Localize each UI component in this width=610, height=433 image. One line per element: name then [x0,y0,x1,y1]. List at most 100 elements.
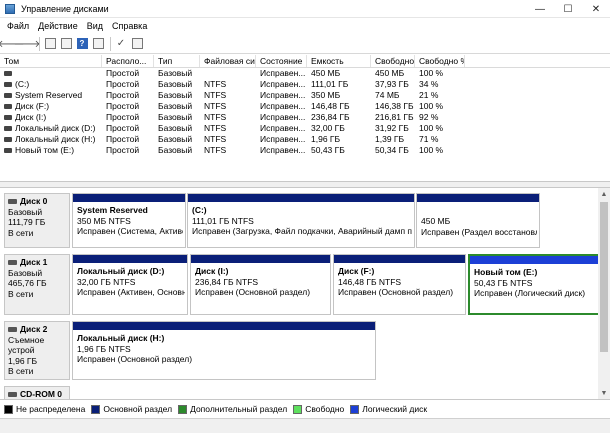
partition-name: Локальный диск (D:) [77,266,165,276]
column-header-filesystem[interactable]: Файловая система [200,55,256,67]
volume-row[interactable]: Локальный диск (H:) Простой Базовый NTFS Исп… [0,134,610,145]
disk-icon [8,198,17,204]
volume-cell: 34 % [419,79,439,89]
volume-name-cell [0,68,102,79]
volume-cell: NTFS [204,145,227,155]
column-header-free-percent[interactable]: Свободно % [415,55,465,67]
volume-name: Новый том (E:) [15,145,75,155]
partition-name: (C:) [192,205,207,215]
legend-label: Логический диск [362,404,428,414]
cd-rom-icon [8,391,17,397]
legend-label: Дополнительный раздел [190,404,288,414]
disk-label[interactable]: CD-ROM 0 DVD (J:) [4,386,70,399]
partition-size: 350 МБ NTFS [77,215,131,226]
volume-cell: Базовый [158,123,193,133]
volume-cell: NTFS [204,101,227,111]
partition-name: Диск (F:) [338,266,375,276]
help-icon[interactable]: ? [75,37,89,51]
scroll-up-icon[interactable]: ▲ [598,188,610,200]
volume-row[interactable]: Простой Базовый Исправен... 450 МБ 450 МБ 100… [0,68,610,79]
disk-type: Базовый [8,206,43,217]
legend: Не распределена Основной раздел Дополнит… [0,399,610,418]
legend-swatch [4,404,13,414]
primary-partition-bar [334,255,465,263]
list-view-icon[interactable] [130,37,144,51]
column-header-capacity[interactable]: Емкость [307,55,371,67]
partition-status: Исправен (Основной раздел) [77,354,193,364]
window-controls: — ☐ ✕ [526,0,610,18]
minimize-button[interactable]: — [526,0,554,18]
partition-size: 146,48 ГБ NTFS [338,276,402,287]
partition-e[interactable]: Новый том (E:) 50,43 ГБ NTFS Исправен (Л… [468,254,598,315]
disk-name: Диск 0 [20,196,48,206]
maximize-button[interactable]: ☐ [554,0,582,18]
disk-label[interactable]: Диск 0 Базовый 111,79 ГБ В сети [4,193,70,248]
title-bar: Управление дисками — ☐ ✕ [0,0,610,18]
disk-size: 111,79 ГБ [8,217,46,227]
volume-cell: 100 % [419,68,444,78]
partition-c[interactable]: (C:) 111,01 ГБ NTFS Исправен (Загрузка, … [187,193,415,248]
partition-i[interactable]: Диск (I:) 236,84 ГБ NTFS Исправен (Основ… [190,254,331,315]
partition-system-reserved[interactable]: System Reserved 350 МБ NTFS Исправен (Си… [72,193,186,248]
partition-f[interactable]: Диск (F:) 146,48 ГБ NTFS Исправен (Основ… [333,254,466,315]
partition-name: System Reserved [77,205,148,215]
volume-cell: Простой [106,90,140,100]
column-header-extra [465,55,610,67]
partition-h[interactable]: Локальный диск (H:) 1,96 ГБ NTFS Исправе… [72,321,376,380]
graphical-view-scrollbar[interactable]: ▲ ▼ [598,188,610,399]
disk-label[interactable]: Диск 2 Съемное устрой 1,96 ГБ В сети [4,321,70,380]
volume-icon [4,148,12,153]
volume-cell: 92 % [419,112,439,122]
column-header-type[interactable]: Тип [154,55,200,67]
disk-name: CD-ROM 0 [20,389,63,399]
volume-cell: Исправен... [260,101,306,111]
menu-action[interactable]: Действие [35,21,84,31]
volume-cell: Базовый [158,79,193,89]
legend-label: Основной раздел [103,404,173,414]
menu-view[interactable]: Вид [84,21,109,31]
column-header-free-space[interactable]: Свободно... [371,55,415,67]
check-icon[interactable]: ✓ [114,37,128,51]
volume-row[interactable]: Новый том (E:) Простой Базовый NTFS Исправен… [0,145,610,156]
disk-2[interactable]: Диск 2 Съемное устрой 1,96 ГБ В сети Лок… [4,321,594,380]
volume-name: Локальный диск (D:) [15,123,96,133]
disk-1[interactable]: Диск 1 Базовый 465,76 ГБ В сети Локальны… [4,254,598,315]
volume-cell: 21 % [419,90,439,100]
partition-status: Исправен (Система, Активен [77,226,183,236]
disk-0[interactable]: Диск 0 Базовый 111,79 ГБ В сети System R… [4,193,594,248]
pane-splitter[interactable] [0,181,610,188]
volume-name-cell: Локальный диск (H:) [0,134,102,145]
forward-arrow-icon[interactable]: 🡒 [14,37,41,51]
volume-row[interactable]: (C:) Простой Базовый NTFS Исправен... 111,01 … [0,79,610,90]
disk-icon [8,259,17,265]
volume-name: (C:) [15,79,30,89]
partition-recovery[interactable]: 450 МБ Исправен (Раздел восстановле [416,193,540,248]
volume-cell: NTFS [204,79,227,89]
volume-row[interactable]: Локальный диск (D:) Простой Базовый NTFS Исп… [0,123,610,134]
connect-disk-icon[interactable] [91,37,105,51]
console-tree-icon[interactable] [43,37,57,51]
menu-help[interactable]: Справка [109,21,153,31]
close-button[interactable]: ✕ [582,0,610,18]
column-header-layout[interactable]: Располо... [102,55,154,67]
volume-cell: Простой [106,134,140,144]
partition-name: Локальный диск (H:) [77,333,165,343]
volume-row[interactable]: Диск (F:) Простой Базовый NTFS Исправен... 14… [0,101,610,112]
scrollbar-thumb[interactable] [600,202,608,352]
scroll-down-icon[interactable]: ▼ [598,387,610,399]
menu-file[interactable]: Файл [4,21,35,31]
volume-row[interactable]: System Reserved Простой Базовый NTFS Исправе… [0,90,610,101]
column-header-volume[interactable]: Том [0,55,102,67]
disk-label[interactable]: Диск 1 Базовый 465,76 ГБ В сети [4,254,70,315]
volume-name-cell: (C:) [0,79,102,90]
cd-rom-0[interactable]: CD-ROM 0 DVD (J:) [4,386,594,399]
properties-icon[interactable] [59,37,73,51]
primary-partition-bar [73,322,375,330]
volume-cell: 450 МБ [375,68,405,78]
disk-size: 1,96 ГБ [8,355,38,366]
column-header-status[interactable]: Состояние [256,55,307,67]
volume-row[interactable]: Диск (I:) Простой Базовый NTFS Исправен... 23… [0,112,610,123]
volume-cell: 350 МБ [311,90,341,100]
disk-name: Диск 1 [20,257,48,267]
partition-d[interactable]: Локальный диск (D:) 32,00 ГБ NTFS Исправ… [72,254,188,315]
